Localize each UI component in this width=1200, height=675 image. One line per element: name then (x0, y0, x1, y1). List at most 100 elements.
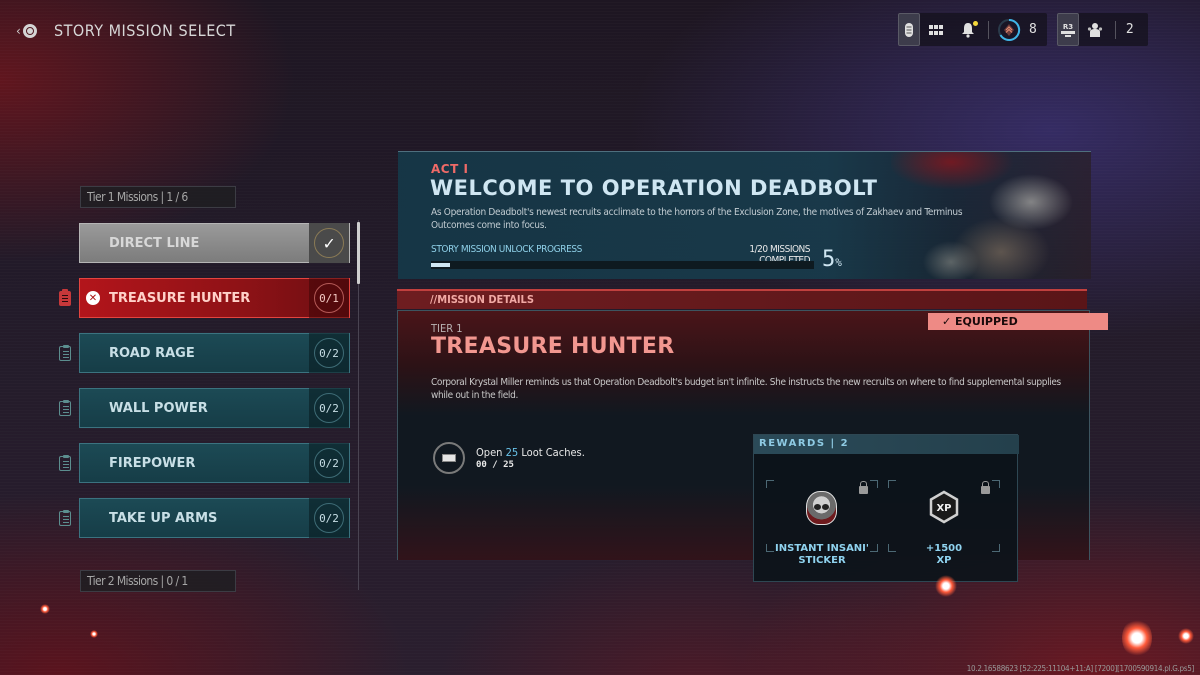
lock-icon (859, 481, 868, 494)
objective-progress: 00 / 25 (476, 460, 514, 470)
top-bar-group-social: R3 2 (1056, 13, 1148, 46)
notifications-button[interactable] (952, 13, 984, 46)
mission-name: TREASURE HUNTER (109, 290, 251, 306)
progress-ring: 0/2 (314, 393, 344, 423)
mission-progress: 0/2 (309, 443, 349, 483)
progress-ring: 0/2 (314, 448, 344, 478)
act-description: As Operation Deadbolt's newest recruits … (431, 207, 963, 231)
r3-button[interactable]: R3 (1056, 13, 1079, 46)
mission-item-wall-power[interactable]: WALL POWER 0/2 (79, 388, 350, 428)
top-bar: 8 R3 2 (898, 13, 1148, 46)
mission-title: TREASURE HUNTER (431, 334, 675, 359)
progress-ring: 0/1 (314, 283, 344, 313)
ember-glow (1122, 618, 1152, 658)
progress-percent-unit: % (835, 256, 842, 269)
reward-name-line: XP (936, 555, 952, 566)
page-title: STORY MISSION SELECT (54, 21, 236, 40)
party-icon (1087, 22, 1102, 37)
reward-item-sticker[interactable] (766, 480, 878, 552)
reward-name: +1500 XP (888, 543, 1000, 567)
reward-name-line: +1500 (925, 543, 963, 554)
objective-text: Open 25 Loot Caches. (476, 446, 585, 459)
mission-progress: ✓ (309, 223, 349, 263)
mission-name: ROAD RAGE (109, 345, 195, 361)
top-bar-group-main: 8 (898, 13, 1047, 46)
mission-progress: 0/2 (309, 333, 349, 373)
controller-icon (905, 22, 913, 37)
back-button[interactable]: ‹ (16, 20, 42, 42)
rank-value: 8 (1029, 22, 1037, 37)
progress-percent: 5% (822, 247, 842, 272)
mission-item-firepower[interactable]: FIREPOWER 0/2 (79, 443, 350, 483)
mission-progress: 0/2 (309, 388, 349, 428)
progress-label: STORY MISSION UNLOCK PROGRESS (431, 244, 582, 255)
tier-2-label: Tier 2 Missions | 0 / 1 (80, 570, 236, 592)
clipboard-icon (59, 510, 71, 526)
reward-name: INSTANT INSANI' STICKER (766, 543, 878, 567)
r3-button-icon: R3 (1060, 23, 1075, 37)
mission-name: DIRECT LINE (109, 235, 200, 251)
check-icon: ✓ (314, 228, 344, 258)
unlock-progress-bar (431, 261, 814, 269)
act-label: ACT I (431, 162, 469, 176)
clipboard-icon (59, 455, 71, 471)
clipboard-icon (59, 289, 71, 306)
controller-button[interactable] (898, 13, 920, 46)
grid-menu-icon (929, 24, 943, 35)
circle-button-icon (22, 24, 37, 38)
ember-glow (935, 575, 957, 597)
divider (1114, 20, 1116, 39)
rewards-panel: REWARDS | 2 INSTANT INSANI' STICKER XP +1… (753, 434, 1019, 582)
lock-icon (981, 481, 990, 494)
clipboard-icon (59, 400, 71, 416)
ember-glow (40, 604, 50, 614)
mission-name: TAKE UP ARMS (109, 510, 218, 526)
reward-name-line: INSTANT INSANI' (775, 543, 869, 554)
unlock-progress-fill (431, 263, 451, 267)
equipped-badge: ✓ EQUIPPED (928, 313, 1108, 330)
mission-name: FIREPOWER (109, 455, 196, 471)
ember-glow (1178, 628, 1194, 644)
party-count: 2 (1125, 22, 1134, 37)
rank-badge-icon (998, 18, 1021, 41)
rewards-header-label: REWARDS | 2 (759, 438, 850, 449)
mission-description: Corporal Krystal Miller reminds us that … (431, 377, 1061, 401)
party-button[interactable] (1079, 13, 1111, 46)
progress-ring: 0/2 (314, 503, 344, 533)
back-chevron-icon: ‹ (16, 24, 21, 38)
mission-list-scroll-thumb[interactable] (357, 222, 360, 284)
ember-glow (90, 630, 98, 638)
mission-item-direct-line[interactable]: DIRECT LINE ✓ (79, 223, 350, 263)
mission-details-label: //MISSION DETAILS (430, 293, 534, 306)
rank-button[interactable] (993, 13, 1025, 46)
rewards-header: REWARDS | 2 (754, 435, 1019, 454)
build-version: 10.2.16588623 [52:225:11104+11:A] [7200]… (966, 664, 1195, 673)
progress-ring: 0/2 (314, 338, 344, 368)
mission-progress: 0/2 (309, 498, 349, 538)
xp-icon: XP (929, 490, 959, 524)
close-circle-icon: ✕ (86, 291, 100, 305)
objective-suffix: Loot Caches. (518, 446, 585, 459)
notification-dot (973, 21, 978, 26)
svg-text:XP: XP (936, 503, 951, 514)
loot-cache-icon (433, 442, 465, 474)
progress-percent-value: 5 (822, 247, 836, 272)
grid-menu-button[interactable] (920, 13, 952, 46)
mission-item-take-up-arms[interactable]: TAKE UP ARMS 0/2 (79, 498, 350, 538)
act-title: WELCOME TO OPERATION DEADBOLT (430, 176, 878, 200)
divider (988, 20, 989, 39)
objective-target: 25 (505, 446, 519, 459)
mission-name: WALL POWER (109, 400, 208, 416)
mission-progress: 0/1 (309, 278, 349, 318)
mission-item-road-rage[interactable]: ROAD RAGE 0/2 (79, 333, 350, 373)
reward-name-line: STICKER (798, 555, 846, 566)
clipboard-icon (59, 345, 71, 361)
reward-item-xp[interactable]: XP (888, 480, 1000, 552)
svg-text:R3: R3 (1063, 23, 1073, 31)
skull-sticker-icon (806, 491, 837, 525)
mission-item-treasure-hunter[interactable]: ✕ TREASURE HUNTER 0/1 (79, 278, 350, 318)
mission-details-header: //MISSION DETAILS (397, 289, 1087, 309)
objective-prefix: Open (476, 446, 506, 459)
act-banner: ACT I WELCOME TO OPERATION DEADBOLT As O… (398, 151, 1091, 279)
tier-1-label: Tier 1 Missions | 1 / 6 (80, 186, 236, 208)
